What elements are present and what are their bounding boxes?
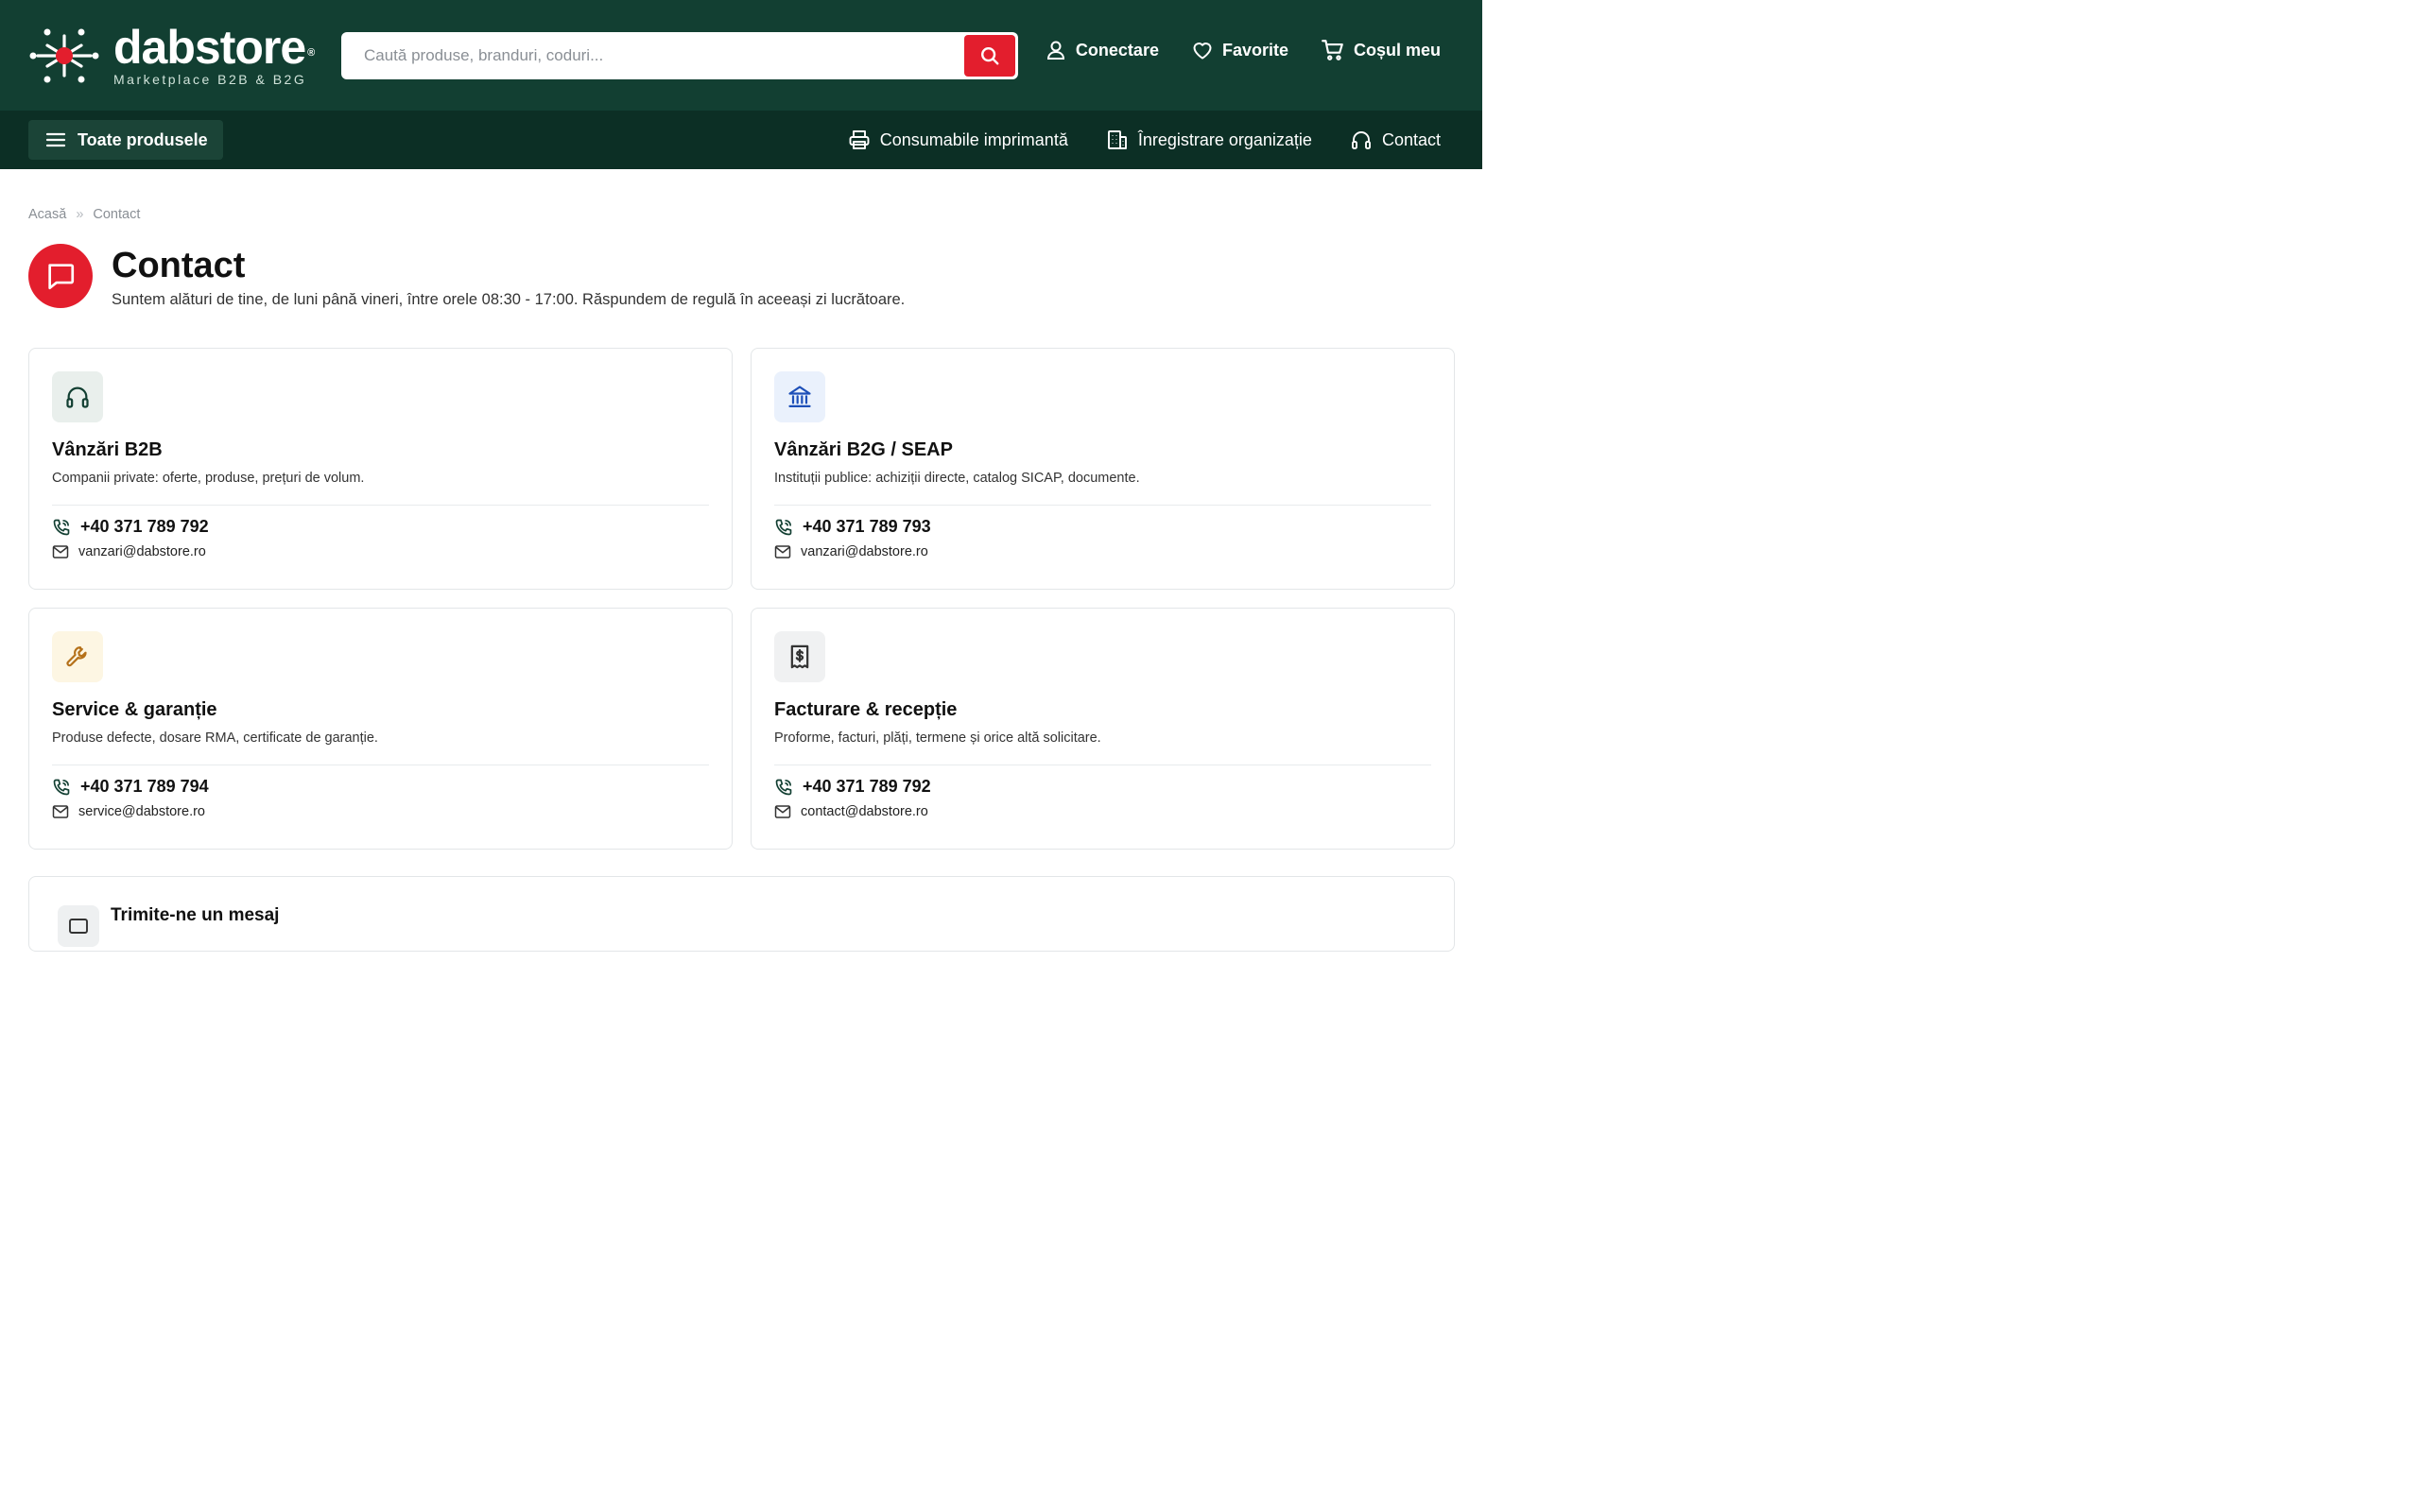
card-divider — [774, 505, 1431, 506]
search-icon — [981, 47, 999, 65]
heart-icon — [1193, 43, 1212, 60]
phone-icon — [53, 519, 70, 535]
card-phone-number: +40 371 789 794 — [80, 777, 209, 796]
card-email-link[interactable]: vanzari@dabstore.ro — [774, 544, 1431, 559]
logo[interactable]: dabstore ® Marketplace B2B & B2G — [28, 23, 340, 89]
user-icon — [1046, 41, 1064, 60]
bank-icon — [788, 386, 811, 408]
card-description: Instituții publice: achiziții directe, c… — [774, 471, 1140, 486]
mail-icon — [52, 545, 69, 558]
mail-icon — [52, 805, 69, 818]
nav-link-label: Înregistrare organizație — [1137, 129, 1312, 149]
printer-icon — [849, 130, 870, 149]
card-icon-box — [774, 631, 825, 682]
receipt-icon — [790, 644, 809, 669]
card-description: Proforme, facturi, plăți, termene și ori… — [774, 730, 1101, 746]
card-description: Produse defecte, dosare RMA, certificate… — [52, 730, 378, 746]
card-title: Facturare & recepție — [774, 699, 958, 720]
card-phone-number: +40 371 789 792 — [803, 777, 931, 796]
search-bar — [341, 32, 1018, 79]
card-email-link[interactable]: contact@dabstore.ro — [774, 804, 1431, 819]
message-form-section: Trimite-ne un mesaj — [28, 876, 1455, 952]
headset-icon — [66, 387, 89, 408]
header-actions: Conectare Favorite Coșul meu — [1045, 38, 1441, 62]
nav-link-label: Consumabile imprimantă — [879, 129, 1068, 149]
phone-icon — [53, 779, 70, 795]
card-icon-box — [52, 631, 103, 682]
breadcrumb: Acasă » Contact — [28, 207, 140, 222]
card-description: Companii private: oferte, produse, prețu… — [52, 471, 365, 486]
breadcrumb-home-link[interactable]: Acasă — [28, 207, 66, 222]
card-phone-link[interactable]: +40 371 789 794 — [52, 777, 709, 797]
card-email-address: vanzari@dabstore.ro — [801, 544, 928, 559]
mail-icon — [774, 545, 791, 558]
wrench-icon — [66, 645, 87, 667]
card-icon-box — [52, 371, 103, 422]
top-header: dabstore® Marketplace B2B & B2G Conectar… — [0, 0, 1482, 111]
card-title: Service & garanție — [52, 699, 217, 720]
card-phone-number: +40 371 789 792 — [80, 517, 209, 536]
card-email-link[interactable]: vanzari@dabstore.ro — [52, 544, 709, 559]
favorites-label: Favorite — [1221, 40, 1288, 60]
card-email-address: vanzari@dabstore.ro — [78, 544, 206, 559]
message-icon — [58, 905, 99, 947]
card-title: Vânzări B2G / SEAP — [774, 439, 953, 460]
breadcrumb-current: Contact — [93, 207, 141, 222]
contact-card-billing: Facturare & recepție Proforme, facturi, … — [751, 608, 1455, 850]
card-phone-link[interactable]: +40 371 789 792 — [774, 777, 1431, 797]
phone-icon — [775, 519, 792, 535]
cart-button[interactable]: Coșul meu — [1321, 38, 1441, 62]
contact-card-service: Service & garanție Produse defecte, dosa… — [28, 608, 733, 850]
main-nav: Toate produsele Consumabile imprimantă Î… — [0, 111, 1482, 169]
nav-link-register-org[interactable]: Înregistrare organizație — [1106, 129, 1312, 151]
search-input[interactable] — [341, 32, 964, 79]
nav-link-contact[interactable]: Contact — [1350, 129, 1441, 151]
card-phone-number: +40 371 789 793 — [803, 517, 931, 536]
chat-bubble-icon — [28, 244, 93, 308]
page-subtitle: Suntem alături de tine, de luni până vin… — [112, 291, 906, 308]
card-divider — [52, 505, 709, 506]
cart-icon — [1322, 40, 1343, 60]
card-phone-link[interactable]: +40 371 789 793 — [774, 517, 1431, 537]
nav-link-label: Contact — [1381, 129, 1441, 149]
nav-links: Consumabile imprimantă Înregistrare orga… — [848, 111, 1441, 169]
page-title: Contact — [112, 246, 246, 285]
card-title: Vânzări B2B — [52, 439, 163, 460]
search-button[interactable] — [964, 35, 1015, 77]
card-email-link[interactable]: service@dabstore.ro — [52, 804, 709, 819]
building-icon — [1107, 130, 1127, 149]
nav-link-consumables[interactable]: Consumabile imprimantă — [848, 129, 1068, 151]
phone-icon — [775, 779, 792, 795]
logo-tagline: Marketplace B2B & B2G — [113, 71, 307, 87]
contact-card-b2b: Vânzări B2B Companii private: oferte, pr… — [28, 348, 733, 590]
breadcrumb-separator: » — [76, 207, 84, 222]
menu-icon — [45, 132, 66, 147]
message-section-title: Trimite-ne un mesaj — [111, 905, 280, 925]
headset-icon — [1352, 131, 1371, 149]
contact-card-b2g: Vânzări B2G / SEAP Instituții publice: a… — [751, 348, 1455, 590]
card-email-address: service@dabstore.ro — [78, 804, 205, 819]
mail-icon — [774, 805, 791, 818]
card-email-address: contact@dabstore.ro — [801, 804, 928, 819]
card-icon-box — [774, 371, 825, 422]
cart-label: Coșul meu — [1353, 40, 1441, 60]
favorites-button[interactable]: Favorite — [1191, 39, 1288, 61]
page-header: Contact Suntem alături de tine, de luni … — [28, 244, 905, 309]
login-button[interactable]: Conectare — [1045, 39, 1159, 61]
login-label: Conectare — [1075, 40, 1159, 60]
card-phone-link[interactable]: +40 371 789 792 — [52, 517, 709, 537]
logo-mark-icon — [28, 23, 102, 89]
all-products-button[interactable]: Toate produsele — [28, 120, 223, 160]
all-products-label: Toate produsele — [78, 129, 208, 149]
logo-name: dabstore ® — [113, 20, 315, 74]
